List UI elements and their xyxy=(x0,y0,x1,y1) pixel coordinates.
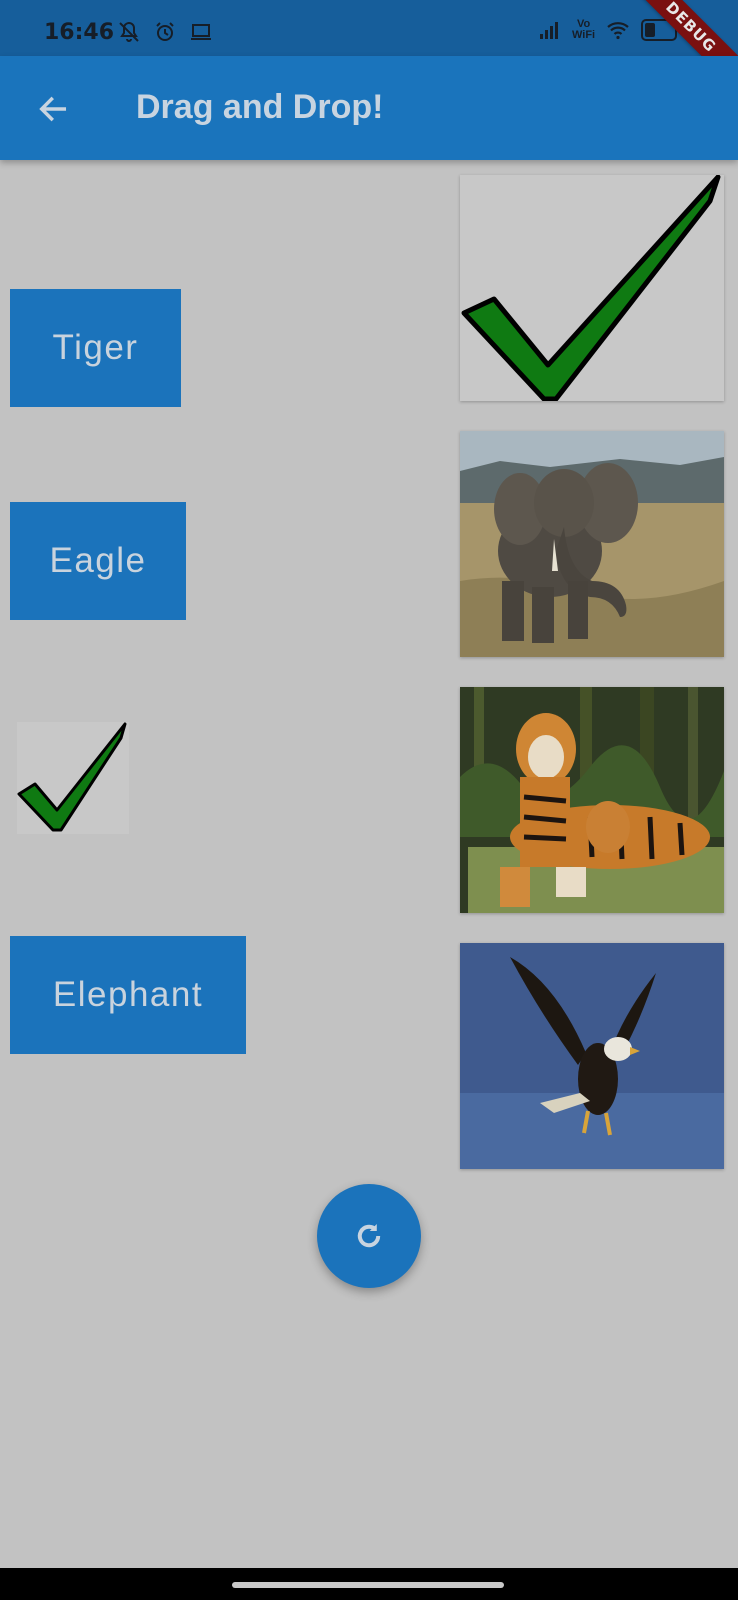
laptop-icon xyxy=(191,24,211,40)
drag-item-tiger[interactable]: Tiger xyxy=(10,289,181,407)
signal-icon xyxy=(540,22,558,39)
eagle-image xyxy=(460,943,724,1169)
home-handle[interactable] xyxy=(232,1582,504,1588)
drop-target-matched[interactable] xyxy=(460,175,724,401)
checkmark-icon xyxy=(461,175,721,401)
vowifi-icon: Vo WiFi xyxy=(572,19,595,41)
refresh-button[interactable] xyxy=(317,1184,421,1288)
status-icons-left xyxy=(116,20,214,44)
drag-item-elephant[interactable]: Elephant xyxy=(10,936,246,1054)
drag-item-matched xyxy=(17,722,129,834)
vowifi-bottom: WiFi xyxy=(572,29,596,41)
app-bar: Drag and Drop! xyxy=(0,56,738,160)
checkmark-icon xyxy=(17,722,127,832)
wifi-icon xyxy=(607,22,629,40)
arrow-left-icon[interactable] xyxy=(36,92,70,126)
drag-item-eagle[interactable]: Eagle xyxy=(10,502,186,620)
status-time: 16:46 xyxy=(44,20,115,45)
drop-target-eagle[interactable] xyxy=(460,943,724,1169)
alarm-icon xyxy=(156,22,174,41)
status-bar: 16:46 Vo WiFi 3 xyxy=(0,0,738,56)
page-title: Drag and Drop! xyxy=(136,88,384,126)
drop-target-elephant[interactable] xyxy=(460,431,724,657)
status-icons-right: Vo WiFi 3 xyxy=(536,18,678,42)
tiger-image xyxy=(460,687,724,913)
elephant-image xyxy=(460,431,724,657)
drop-target-tiger[interactable] xyxy=(460,687,724,913)
refresh-icon xyxy=(357,1223,381,1248)
battery-text: 3 xyxy=(647,22,654,36)
bell-off-icon xyxy=(119,21,139,42)
